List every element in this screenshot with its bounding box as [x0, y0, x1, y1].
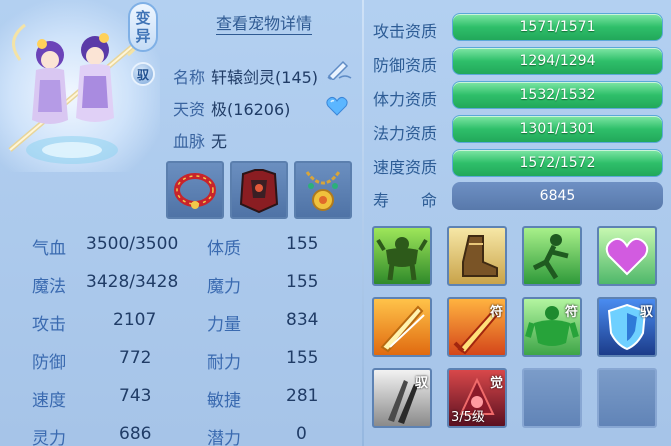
stat-magic-power: 魔力 — [207, 277, 241, 297]
aptitude-defense-bar: 1294/1294 — [452, 47, 663, 75]
stat-attack: 攻击 — [32, 315, 66, 335]
stat-strength: 力量 — [207, 315, 241, 335]
bloodline-row: 血脉无 — [173, 128, 227, 152]
armor-icon — [239, 169, 279, 214]
stat-speed: 速度 — [32, 391, 66, 411]
skill-slot-5[interactable] — [372, 297, 432, 357]
aptitude-speed-label: 速度资质 — [373, 158, 438, 177]
skill-slot-8[interactable]: 驭 — [597, 297, 657, 357]
equipment-slot-armor[interactable] — [230, 161, 288, 219]
stat-defense-value: 772 — [119, 348, 152, 368]
stat-defense: 防御 — [32, 353, 66, 373]
yu-badge: 驭 — [131, 62, 155, 86]
blade-skill-icon — [380, 305, 425, 353]
stat-mp-value: 3428/3428 — [86, 272, 179, 292]
stat-speed-value: 743 — [119, 386, 152, 406]
strong-body-skill-icon — [376, 237, 428, 281]
stat-potential-value: 0 — [296, 424, 307, 444]
equipment-slot-amulet[interactable] — [294, 161, 352, 219]
skill-slot-3[interactable] — [522, 226, 582, 286]
variant-badge-top: 变 — [135, 9, 151, 27]
lifespan-bar: 6845 — [452, 182, 663, 210]
talent-value: 极(16206) — [211, 100, 291, 119]
variant-badge-bottom: 异 — [135, 27, 151, 45]
stat-attack-value: 2107 — [113, 310, 157, 330]
collar-icon — [174, 173, 216, 209]
name-value: 轩辕剑灵(145) — [211, 68, 319, 87]
aptitude-mana-bar: 1301/1301 — [452, 115, 663, 143]
skill-slot-10[interactable]: 觉 3/5级 — [447, 368, 507, 428]
stat-spirit-value: 686 — [119, 424, 152, 444]
control-tag: 驭 — [639, 305, 653, 320]
name-row: 名称 轩辕剑灵(145) — [173, 64, 318, 88]
edit-name-icon[interactable] — [325, 58, 353, 80]
skill-slot-empty-2[interactable] — [597, 368, 657, 428]
bloodline-label: 血脉 — [173, 132, 206, 151]
stat-endurance: 耐力 — [207, 353, 241, 373]
control-tag: 驭 — [414, 376, 428, 391]
stat-mp: 魔法 — [32, 277, 66, 297]
aptitude-attack-label: 攻击资质 — [373, 22, 438, 41]
amulet-icon — [305, 171, 341, 211]
skill-level: 3/5级 — [451, 410, 485, 425]
skill-slot-2[interactable] — [447, 226, 507, 286]
skill-slot-empty-1[interactable] — [522, 368, 582, 428]
name-label: 名称 — [173, 68, 206, 87]
talent-row: 天资 极(16206) — [173, 96, 290, 120]
stat-constitution-value: 155 — [286, 234, 319, 254]
equipment-slot-collar[interactable] — [166, 161, 224, 219]
view-pet-details-link[interactable]: 查看宠物详情 — [216, 14, 313, 35]
stat-potential: 潜力 — [207, 429, 241, 446]
stat-hp: 气血 — [32, 239, 66, 259]
bloodline-value: 无 — [211, 132, 228, 151]
skill-slot-6[interactable]: 符 — [447, 297, 507, 357]
heart-icon[interactable] — [326, 96, 348, 116]
stat-agility: 敏捷 — [207, 391, 241, 411]
aptitude-defense-label: 防御资质 — [373, 56, 438, 75]
variant-badge: 变 异 — [128, 2, 158, 52]
awaken-tag: 觉 — [489, 376, 503, 391]
stat-spirit: 灵力 — [32, 429, 66, 446]
talent-label: 天资 — [173, 100, 206, 119]
talisman-tag: 符 — [564, 305, 578, 320]
stat-magic-power-value: 155 — [286, 272, 319, 292]
aptitude-attack-bar: 1571/1571 — [452, 13, 663, 41]
talisman-tag: 符 — [489, 305, 503, 320]
stat-hp-value: 3500/3500 — [86, 234, 179, 254]
lifespan-label: 寿 命 — [373, 191, 438, 210]
skill-slot-1[interactable] — [372, 226, 432, 286]
skill-slot-9[interactable]: 驭 — [372, 368, 432, 428]
aptitude-speed-bar: 1572/1572 — [452, 149, 663, 177]
aptitude-stamina-label: 体力资质 — [373, 90, 438, 109]
heart-skill-icon — [605, 237, 649, 276]
stat-endurance-value: 155 — [286, 348, 319, 368]
stat-strength-value: 834 — [286, 310, 319, 330]
skill-slot-7[interactable]: 符 — [522, 297, 582, 357]
skill-slot-4[interactable] — [597, 226, 657, 286]
stat-agility-value: 281 — [286, 386, 319, 406]
aptitude-stamina-bar: 1532/1532 — [452, 81, 663, 109]
agile-skill-icon — [532, 234, 569, 280]
stat-constitution: 体质 — [207, 239, 241, 259]
boot-skill-icon — [462, 235, 498, 277]
panel-divider — [362, 0, 364, 446]
aptitude-mana-label: 法力资质 — [373, 124, 438, 143]
